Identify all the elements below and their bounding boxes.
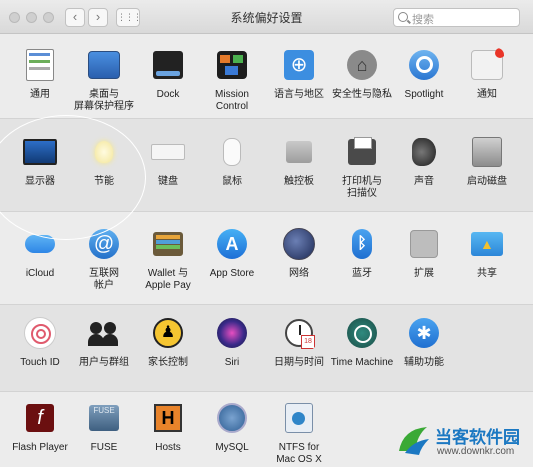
search-icon [398, 12, 408, 22]
app-store-icon: A [215, 227, 249, 261]
clock-calendar-icon: 18 [282, 316, 316, 350]
pref-pane-accessibility[interactable]: ✱ 辅助功能 [384, 316, 464, 369]
pref-pane-label: NTFS for Mac OS X [276, 442, 322, 465]
bluetooth-icon: ᛒ [345, 227, 379, 261]
parental-controls-icon: ♟ [151, 316, 185, 350]
security-lock-icon: ⌂ [345, 48, 379, 82]
sharing-folder-icon: ▲ [470, 227, 504, 261]
accessibility-icon: ✱ [407, 316, 441, 350]
mysql-icon [215, 401, 249, 435]
fuse-icon: FUSE [87, 401, 121, 435]
siri-icon [215, 316, 249, 350]
spotlight-icon [407, 48, 441, 82]
internet-accounts-icon: @ [87, 227, 121, 261]
icloud-icon [23, 227, 57, 261]
pref-pane-sharing[interactable]: ▲ 共享 [447, 227, 527, 280]
speaker-icon [407, 135, 441, 169]
desktop-icon [87, 48, 121, 82]
search-field[interactable]: 搜索 [393, 8, 520, 27]
lightbulb-icon [87, 135, 121, 169]
time-machine-icon [345, 316, 379, 350]
watermark: 当客软件园 www.downkr.com [395, 417, 533, 467]
trackpad-icon [282, 135, 316, 169]
search-placeholder: 搜索 [412, 14, 434, 26]
hosts-icon: H [151, 401, 185, 435]
ntfs-icon [282, 401, 316, 435]
startup-disk-icon [470, 135, 504, 169]
keyboard-icon [151, 135, 185, 169]
printer-icon [345, 135, 379, 169]
general-icon [23, 48, 57, 82]
pref-pane-label: 辅助功能 [404, 357, 444, 368]
pref-pane-label: 通知 [477, 89, 497, 100]
network-globe-icon [282, 227, 316, 261]
pref-pane-startup[interactable]: 启动磁盘 [447, 135, 527, 188]
pref-pane-ntfs[interactable]: NTFS for Mac OS X [259, 401, 339, 466]
flash-player-icon: f [23, 401, 57, 435]
wallet-icon [151, 227, 185, 261]
language-region-icon: ⊕ [282, 48, 316, 82]
fingerprint-icon [23, 316, 57, 350]
watermark-url: www.downkr.com [437, 446, 515, 457]
pref-pane-label: 启动磁盘 [467, 176, 507, 187]
watermark-logo-icon [399, 427, 429, 455]
extensions-puzzle-icon [407, 227, 441, 261]
mouse-icon [215, 135, 249, 169]
notifications-icon [470, 48, 504, 82]
mission-control-icon [215, 48, 249, 82]
pref-pane-notifications[interactable]: 通知 [447, 48, 527, 101]
users-icon [87, 316, 121, 350]
watermark-name: 当客软件园 [435, 428, 520, 447]
pref-pane-label: 共享 [477, 268, 497, 279]
dock-icon [151, 48, 185, 82]
title-bar: ‹ › ⋮⋮⋮ 系统偏好设置 搜索 [0, 0, 533, 34]
display-icon [23, 135, 57, 169]
